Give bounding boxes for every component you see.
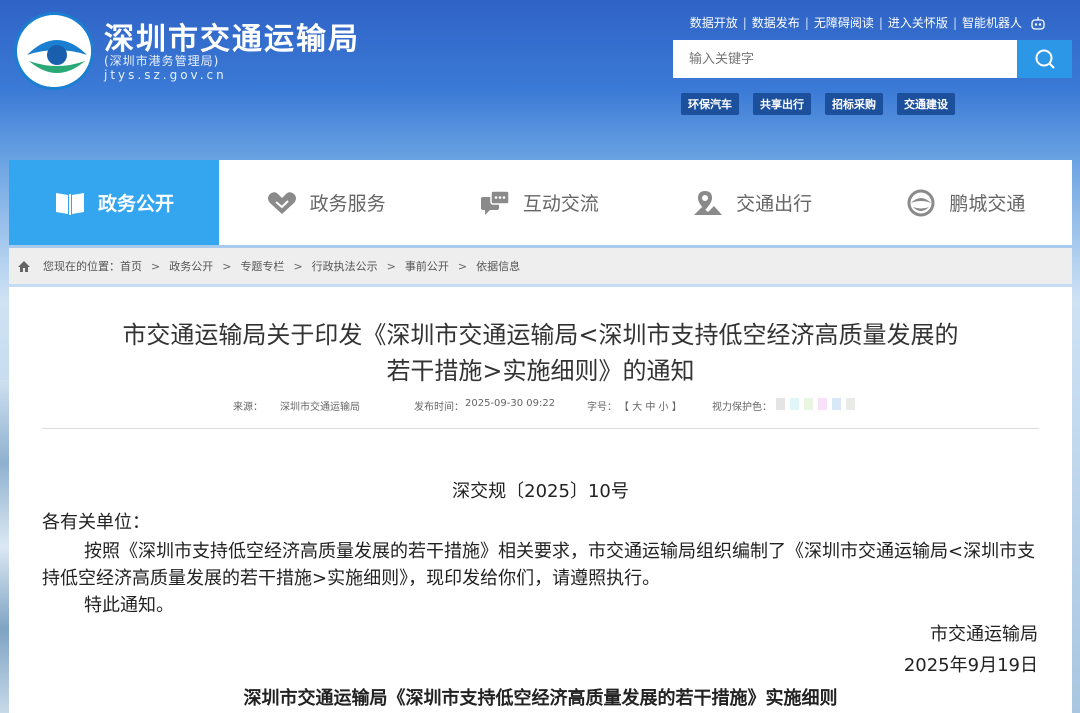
breadcrumb-item-home[interactable]: 首页 bbox=[120, 258, 142, 274]
breadcrumb-separator: > bbox=[457, 259, 468, 273]
search-button[interactable] bbox=[1017, 40, 1072, 78]
article-panel: 市交通运输局关于印发《深圳市交通运输局<深圳市支持低空经济高质量发展的 若干措施… bbox=[9, 287, 1072, 713]
nav-item-interaction[interactable]: 互动交流 bbox=[432, 160, 645, 245]
nav-label: 交通出行 bbox=[736, 193, 813, 215]
hot-tags: 环保汽车 共享出行 招标采购 交通建设 bbox=[681, 93, 955, 115]
separator: | bbox=[952, 15, 957, 30]
main-nav: 政务公开 政务服务 互动交流 交通出行 鹏城交通 bbox=[9, 160, 1072, 245]
breadcrumb-item-enforcement[interactable]: 行政执法公示 bbox=[312, 258, 378, 274]
breadcrumb-separator: > bbox=[222, 259, 232, 273]
site-logo[interactable] bbox=[14, 12, 94, 90]
body-paragraph: 按照《深圳市支持低空经济高质量发展的若干措施》相关要求，市交通运输局组织编制了《… bbox=[42, 541, 1036, 589]
date-value: 2025-09-30 09:22 bbox=[465, 398, 556, 409]
sign-date: 2025年9月19日 bbox=[903, 655, 1038, 676]
search-input[interactable] bbox=[673, 40, 1017, 78]
source-value: 深圳市交通运输局 bbox=[280, 402, 360, 413]
attachment-title: 深圳市交通运输局《深圳市支持低空经济高质量发展的若干措施》实施细则 bbox=[243, 688, 838, 709]
article-title: 市交通运输局关于印发《深圳市交通运输局<深圳市支持低空经济高质量发展的 若干措施… bbox=[43, 317, 1038, 389]
font-size-label: 字号： bbox=[587, 402, 617, 413]
link-data-release[interactable]: 数据发布 bbox=[752, 14, 800, 31]
notice-end: 特此通知。 bbox=[84, 595, 174, 616]
nav-label: 政务公开 bbox=[97, 193, 174, 215]
map-pin-icon bbox=[694, 190, 723, 215]
eye-color-swatch-2[interactable] bbox=[790, 398, 799, 410]
nav-item-gov-service[interactable]: 政务服务 bbox=[219, 160, 432, 245]
article-title-line1: 市交通运输局关于印发《深圳市交通运输局<深圳市支持低空经济高质量发展的 bbox=[122, 321, 959, 349]
nav-item-gov-affairs[interactable]: 政务公开 bbox=[9, 160, 219, 245]
signer: 市交通运输局 bbox=[930, 624, 1038, 645]
home-icon bbox=[18, 260, 30, 272]
breadcrumb-separator: > bbox=[293, 259, 303, 273]
nav-item-pengcheng[interactable]: 鹏城交通 bbox=[859, 160, 1072, 245]
eye-color-swatch-5[interactable] bbox=[832, 398, 841, 410]
divider bbox=[42, 428, 1039, 429]
font-size-switcher[interactable]: 【 大 中 小 】 bbox=[619, 398, 682, 413]
hot-tag-shared-travel[interactable]: 共享出行 bbox=[753, 93, 811, 115]
hot-tag-bidding[interactable]: 招标采购 bbox=[825, 93, 883, 115]
search-icon bbox=[1035, 49, 1055, 69]
eye-color-swatch-4[interactable] bbox=[818, 398, 827, 410]
separator: | bbox=[878, 15, 883, 30]
site-subtitle: (深圳市港务管理局) bbox=[104, 54, 220, 68]
breadcrumb-separator: > bbox=[151, 259, 161, 273]
link-accessible-reading[interactable]: 无障碍阅读 bbox=[814, 14, 874, 31]
article-title-line2: 若干措施>实施细则》的通知 bbox=[386, 357, 695, 385]
eye-color-swatch-6[interactable] bbox=[846, 398, 855, 410]
handshake-icon bbox=[267, 191, 296, 214]
book-icon bbox=[55, 192, 84, 215]
separator: | bbox=[742, 15, 747, 30]
date-label: 发布时间： bbox=[414, 402, 464, 413]
link-care-version[interactable]: 进入关怀版 bbox=[888, 14, 948, 31]
salutation: 各有关单位： bbox=[42, 512, 150, 533]
breadcrumb-item-basis-info[interactable]: 依据信息 bbox=[476, 258, 520, 274]
link-data-open[interactable]: 数据开放 bbox=[690, 14, 738, 31]
separator: | bbox=[804, 15, 809, 30]
hot-tag-construction[interactable]: 交通建设 bbox=[897, 93, 955, 115]
breadcrumb-item-gov-affairs[interactable]: 政务公开 bbox=[169, 258, 213, 274]
nav-label: 政务服务 bbox=[309, 193, 386, 215]
eye-color-swatch-1[interactable] bbox=[776, 398, 785, 410]
document-number: 深交规〔2025〕10号 bbox=[452, 481, 629, 502]
breadcrumb-prefix: 您现在的位置： bbox=[43, 260, 120, 273]
breadcrumb-item-prior-disclosure[interactable]: 事前公开 bbox=[405, 258, 449, 274]
source-label: 来源： bbox=[233, 402, 263, 413]
site-domain: jtys.sz.gov.cn bbox=[104, 68, 227, 82]
breadcrumb-separator: > bbox=[386, 259, 396, 273]
eye-color-swatch-3[interactable] bbox=[804, 398, 813, 410]
hot-tag-eco-car[interactable]: 环保汽车 bbox=[681, 93, 739, 115]
breadcrumb: 您现在的位置： 首页 > 政务公开 > 专题专栏 > 行政执法公示 > 事前公开… bbox=[9, 248, 1072, 284]
swirl-logo-icon bbox=[907, 189, 935, 216]
breadcrumb-item-special-topics[interactable]: 专题专栏 bbox=[240, 258, 284, 274]
eye-protect-label: 视力保护色： bbox=[712, 402, 772, 413]
chat-icon bbox=[480, 189, 510, 215]
robot-icon[interactable] bbox=[1030, 16, 1046, 30]
nav-item-traffic-travel[interactable]: 交通出行 bbox=[646, 160, 859, 245]
nav-label: 鹏城交通 bbox=[949, 193, 1026, 215]
nav-label: 互动交流 bbox=[522, 193, 599, 215]
background-decoration bbox=[0, 380, 9, 713]
link-smart-robot[interactable]: 智能机器人 bbox=[962, 14, 1022, 31]
top-links: 数据开放 | 数据发布 | 无障碍阅读 | 进入关怀版 | 智能机器人 bbox=[690, 14, 1046, 31]
